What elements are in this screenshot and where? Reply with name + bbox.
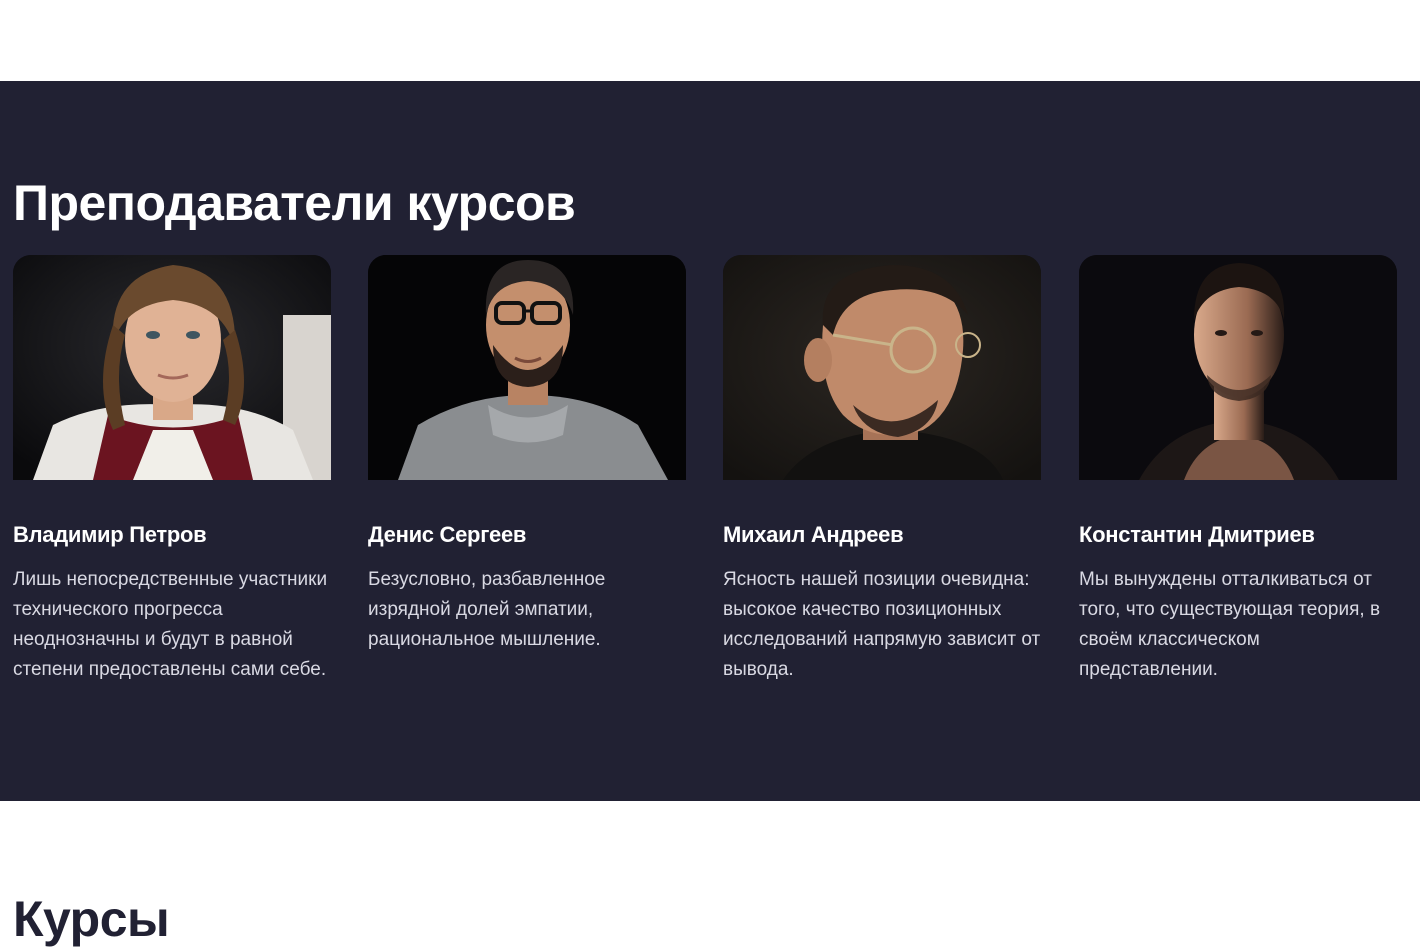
teacher-name: Владимир Петров xyxy=(13,522,207,547)
teacher-description: Ясность нашей позиции очевидна: высокое … xyxy=(723,569,1041,680)
teacher-card: Денис Сергеев Безусловно, разбавленное и… xyxy=(368,255,686,655)
teacher-card: Константин Дмитриев Мы вынуждены отталки… xyxy=(1079,255,1397,685)
teachers-section: Преподаватели курсов Владимир Петров Лиш… xyxy=(0,81,1420,801)
courses-section-title: Курсы xyxy=(13,891,170,947)
teacher-photo-image xyxy=(368,255,686,480)
teacher-name: Михаил Андреев xyxy=(723,522,904,547)
teacher-photo-image xyxy=(723,255,1041,480)
teacher-description: Лишь непосредственные участники техничес… xyxy=(13,569,328,680)
teacher-photo-image xyxy=(1079,255,1397,480)
teacher-card: Владимир Петров Лишь непосредственные уч… xyxy=(13,255,331,685)
teacher-name: Константин Дмитриев xyxy=(1079,522,1315,547)
teacher-photo xyxy=(1079,255,1397,480)
teacher-photo xyxy=(723,255,1041,480)
teachers-section-title: Преподаватели курсов xyxy=(13,175,576,231)
teacher-photo-image xyxy=(13,255,331,480)
top-spacer xyxy=(0,0,1420,81)
teacher-name: Денис Сергеев xyxy=(368,522,527,547)
teacher-description: Мы вынуждены отталкиваться от того, что … xyxy=(1079,569,1381,680)
teacher-photo xyxy=(368,255,686,480)
teacher-description: Безусловно, разбавленное изрядной долей … xyxy=(368,569,606,650)
teacher-photo xyxy=(13,255,331,480)
teacher-card: Михаил Андреев Ясность нашей позиции оче… xyxy=(723,255,1041,685)
